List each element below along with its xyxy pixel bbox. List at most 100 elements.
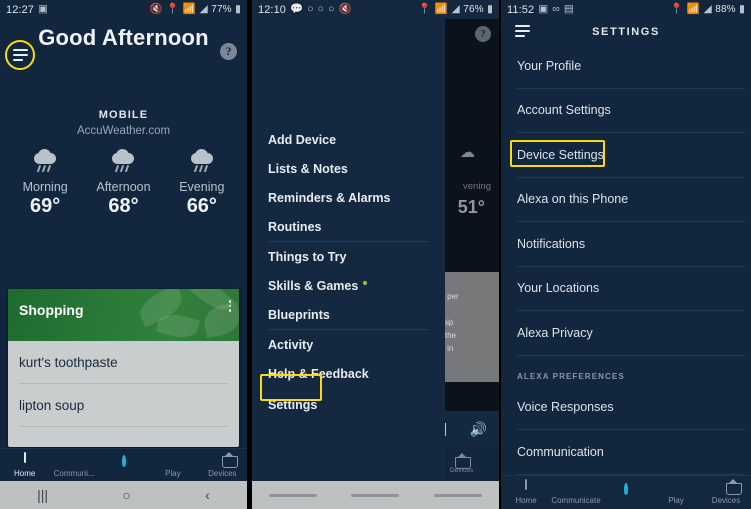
settings-item-label: Notifications [517,236,586,251]
drawer-item-add-device[interactable]: Add Device [252,125,445,154]
help-icon[interactable]: ? [220,43,237,60]
settings-item-account-settings[interactable]: Account Settings [501,89,751,133]
settings-item-label: Your Locations [517,281,600,296]
drawer-item-settings[interactable]: Settings [252,390,445,419]
speech-bubble-icon [49,453,98,468]
list-item[interactable]: kurt's toothpaste [8,341,239,383]
play-circle-icon [651,480,701,495]
nav-label: Play [165,468,181,478]
status-time: 12:10 [258,3,287,16]
settings-item-voice-responses[interactable]: Voice Responses [501,386,751,430]
location-icon: 📍 [166,3,180,16]
circle-icon: ○ [307,3,314,16]
battery-percent: 76% [463,4,484,15]
panel-settings-screen: 11:52 ▣ ∞ ▤ 📍 📶 ◢ 88% ▮ SETTINGS Your Pr… [501,0,751,509]
recents-icon[interactable] [269,493,318,497]
settings-item-communication[interactable]: Communication [501,430,751,474]
page-title: SETTINGS [592,26,660,38]
status-bar-panel3: 11:52 ▣ ∞ ▤ 📍 📶 ◢ 88% ▮ [501,0,751,19]
devices-home-icon [198,453,247,468]
weather-city: MOBILE [98,109,149,121]
settings-item-alexa-on-this-phone[interactable]: Alexa on this Phone [501,178,751,222]
rain-cloud-icon [108,149,138,177]
background-weather-temp: 51° [457,197,485,217]
nav-label: Home [515,496,537,505]
echo-device-icon [0,451,49,468]
settings-item-device-settings[interactable]: Device Settings [501,133,751,177]
mute-icon: 🔇 [338,3,352,16]
signal-icon: ◢ [199,3,208,16]
drawer-item-help-feedback[interactable]: Help & Feedback [252,359,445,388]
signal-icon: ◢ [451,3,460,16]
settings-item-alexa-privacy[interactable]: Alexa Privacy [501,311,751,355]
bottom-navigation-panel1: Home Communi... Play Devices [0,448,247,481]
nav-item-devices[interactable]: Devices [198,453,247,478]
devices-home-icon [701,480,751,495]
settings-item-notifications[interactable]: Notifications [501,222,751,266]
home-icon[interactable] [351,493,400,497]
wifi-icon: 📶 [434,3,449,16]
recents-icon[interactable]: ||| [37,487,48,503]
hamburger-menu-icon[interactable] [515,25,530,37]
drawer-item-lists-notes[interactable]: Lists & Notes [252,154,445,183]
nav-item-home[interactable]: Home [501,479,551,505]
drawer-item-activity[interactable]: Activity [252,330,445,359]
nav-item-alexa[interactable] [601,482,651,501]
panel-home-screen: 12:27 ▣ 🔇 📍 📶 ◢ 77% ▮ ? Good Afternoon M… [0,0,247,509]
nav-item-alexa[interactable] [99,455,148,473]
settings-item-label: Voice Responses [517,400,614,415]
divider [19,426,228,427]
play-circle-icon [148,453,197,468]
screenshot-icon: ▣ [38,3,49,16]
kebab-menu-icon[interactable] [228,300,231,312]
mute-icon: 🔇 [149,3,163,16]
hamburger-menu-icon[interactable] [5,40,35,70]
weather-widget[interactable]: MOBILE AccuWeather.com Morning 69° After… [0,109,247,218]
drawer-item-skills-games[interactable]: Skills & Games [252,271,445,300]
home-icon[interactable]: ○ [122,487,130,503]
android-system-nav-panel1: ||| ○ ‹ [0,481,247,509]
forecast-evening: Evening 66° [163,149,241,218]
settings-section-header: ALEXA PREFERENCES [517,371,625,381]
nav-item-home[interactable]: Home [0,451,49,478]
rain-cloud-icon [187,149,217,177]
signal-icon: ◢ [703,3,712,16]
forecast-temp: 66° [186,195,217,217]
drawer-item-blueprints[interactable]: Blueprints [252,300,445,329]
card-title: Shopping [19,302,84,318]
back-icon[interactable] [433,493,482,497]
settings-item-your-profile[interactable]: Your Profile [501,44,751,88]
battery-icon: ▮ [487,3,493,16]
battery-percent: 77% [211,4,232,15]
nav-label: Communi... [53,468,95,478]
battery-icon: ▮ [739,3,745,16]
bottom-navigation-panel3: Home Communicate Play Devices [501,475,751,509]
drawer-item-things-to-try[interactable]: Things to Try [252,242,445,271]
settings-item-label: Alexa on this Phone [517,192,629,207]
status-bar-panel1: 12:27 ▣ 🔇 📍 📶 ◢ 77% ▮ [0,0,247,19]
forecast-afternoon: Afternoon 68° [85,149,163,218]
forecast-label: Afternoon [96,180,151,194]
shopping-list-card[interactable]: Shopping kurt's toothpaste lipton soup [8,289,239,447]
echo-device-icon [501,479,551,495]
battery-percent: 88% [715,4,736,15]
settings-item-label: Alexa Privacy [517,325,593,340]
list-item[interactable]: lipton soup [8,384,239,426]
nav-item-play[interactable]: Play [148,453,197,478]
volume-icon[interactable]: 🔊 [470,421,487,438]
drawer-item-reminders-alarms[interactable]: Reminders & Alarms [252,183,445,212]
navigation-drawer: Add Device Lists & Notes Reminders & Ala… [252,19,445,481]
drawer-item-label: Blueprints [268,307,330,322]
drawer-item-label: Add Device [268,132,337,147]
settings-item-label: Account Settings [517,103,611,118]
home-header: ? Good Afternoon [0,25,247,83]
drawer-item-label: Routines [268,219,322,234]
nav-item-devices[interactable]: Devices [701,480,751,505]
settings-item-your-locations[interactable]: Your Locations [501,267,751,311]
nav-item-play[interactable]: Play [651,480,701,505]
nav-item-communicate[interactable]: Communi... [49,453,98,478]
drawer-item-routines[interactable]: Routines [252,212,445,241]
nav-item-communicate[interactable]: Communicate [551,480,601,505]
rain-cloud-icon [30,149,60,177]
back-icon[interactable]: ‹ [205,487,210,503]
